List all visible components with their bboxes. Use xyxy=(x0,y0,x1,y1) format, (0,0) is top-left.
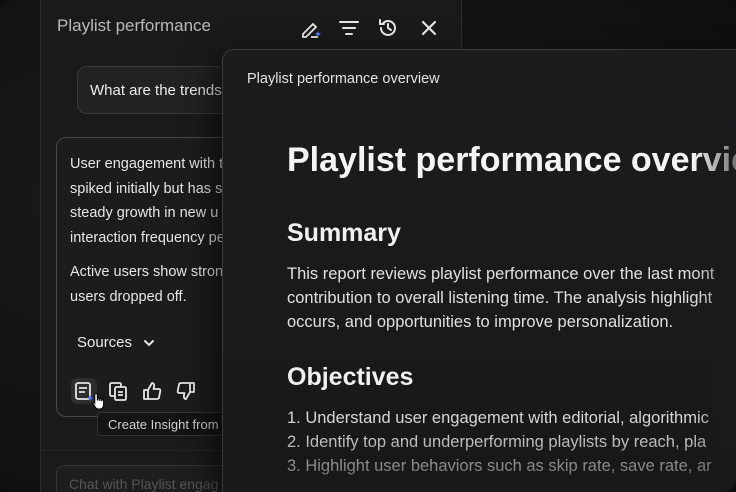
summary-line: occurs, and opportunities to improve per… xyxy=(287,313,674,331)
objectives-list: 1. Understand user engagement with edito… xyxy=(287,406,736,478)
copy-icon[interactable] xyxy=(105,378,131,404)
edit-sparkle-icon[interactable] xyxy=(299,16,323,40)
filter-icon[interactable] xyxy=(337,16,361,40)
close-icon[interactable] xyxy=(417,16,441,40)
chat-header: Playlist performance xyxy=(57,16,445,38)
chat-title: Playlist performance xyxy=(57,16,212,35)
list-item: 1. Understand user engagement with edito… xyxy=(287,409,709,427)
list-item: 3. Highlight user behaviors such as skip… xyxy=(287,457,712,475)
document-title: Playlist performance overvie xyxy=(287,141,736,179)
history-icon[interactable] xyxy=(376,16,400,40)
app-stage: Playlist performance What are the trends… xyxy=(0,0,736,492)
chevron-down-icon xyxy=(142,336,156,350)
thumbs-down-icon[interactable] xyxy=(173,378,199,404)
document-body: Playlist performance overvie Summary Thi… xyxy=(287,140,736,478)
summary-line: contribution to overall listening time. … xyxy=(287,289,713,307)
document-preview-panel: Playlist performance overview Playlist p… xyxy=(222,49,736,492)
hand-cursor-icon xyxy=(91,392,107,410)
list-item: 2. Identify top and underperforming play… xyxy=(287,433,707,451)
objectives-heading: Objectives xyxy=(287,363,414,391)
summary-line: This report reviews playlist performance… xyxy=(287,265,715,283)
document-panel-title: Playlist performance overview xyxy=(247,71,440,87)
sources-label: Sources xyxy=(77,334,133,351)
summary-paragraph: This report reviews playlist performance… xyxy=(287,262,736,334)
sources-toggle[interactable]: Sources xyxy=(77,334,156,351)
summary-heading: Summary xyxy=(287,219,401,247)
thumbs-up-icon[interactable] xyxy=(139,378,165,404)
